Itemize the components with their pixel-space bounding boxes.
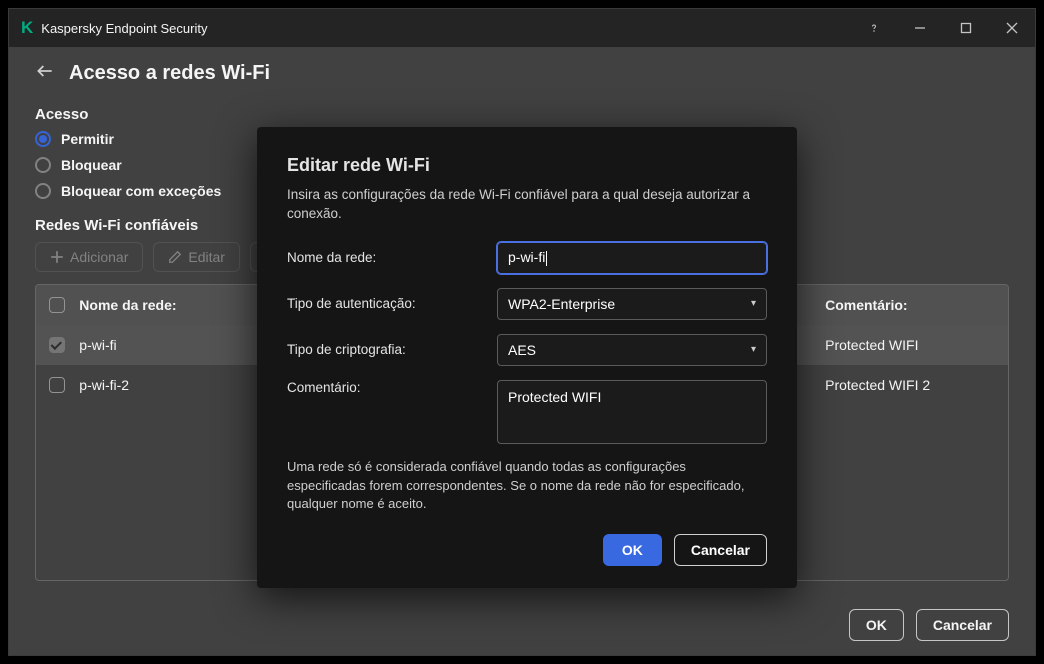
edit-wifi-dialog: Editar rede Wi-Fi Insira as configuraçõe…: [257, 127, 797, 588]
chevron-down-icon: ▾: [751, 298, 756, 309]
comment-textarea[interactable]: Protected WIFI: [497, 380, 767, 444]
dialog-title: Editar rede Wi-Fi: [287, 155, 767, 176]
label-comment: Comentário:: [287, 380, 497, 395]
encryption-type-select[interactable]: AES ▾: [497, 334, 767, 366]
dialog-ok-button[interactable]: OK: [603, 534, 662, 566]
label-auth-type: Tipo de autenticação:: [287, 296, 497, 311]
dialog-hint: Uma rede só é considerada confiável quan…: [287, 458, 767, 515]
dialog-footer: OK Cancelar: [287, 534, 767, 566]
label-network-name: Nome da rede:: [287, 250, 497, 265]
dialog-description: Insira as configurações da rede Wi-Fi co…: [287, 186, 767, 224]
field-encryption-type: Tipo de criptografia: AES ▾: [287, 334, 767, 366]
field-network-name: Nome da rede: p-wi-fi: [287, 242, 767, 274]
network-name-input[interactable]: p-wi-fi: [497, 242, 767, 274]
chevron-down-icon: ▾: [751, 344, 756, 355]
field-comment: Comentário: Protected WIFI: [287, 380, 767, 444]
field-auth-type: Tipo de autenticação: WPA2-Enterprise ▾: [287, 288, 767, 320]
label-encryption-type: Tipo de criptografia:: [287, 342, 497, 357]
dialog-cancel-button[interactable]: Cancelar: [674, 534, 767, 566]
app-window: K Kaspersky Endpoint Security Acesso a r…: [8, 8, 1036, 656]
text-caret-icon: [546, 251, 547, 266]
auth-type-select[interactable]: WPA2-Enterprise ▾: [497, 288, 767, 320]
